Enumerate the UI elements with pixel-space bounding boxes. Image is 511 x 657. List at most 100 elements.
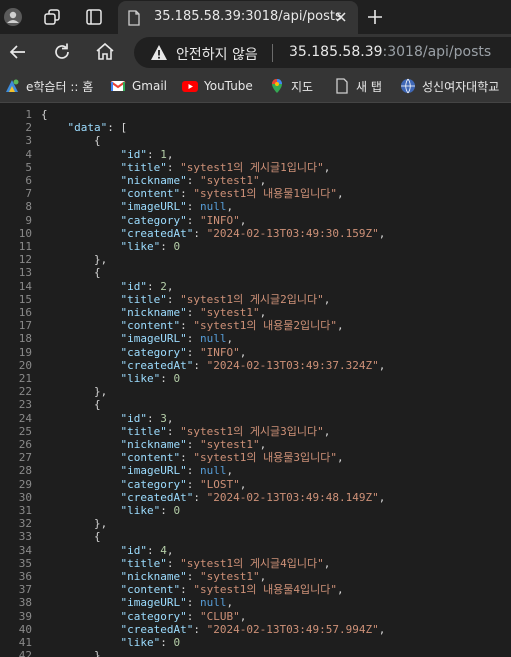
code-text: { bbox=[41, 266, 101, 279]
json-key: "nickname" bbox=[120, 438, 187, 451]
gmail-icon bbox=[110, 81, 126, 91]
json-punctuation: : bbox=[160, 636, 174, 649]
json-value: 1 bbox=[160, 147, 167, 161]
json-value: "2024-02-13T03:49:37.324Z" bbox=[206, 358, 379, 372]
json-punctuation: , bbox=[166, 543, 174, 557]
bookmark-maps[interactable]: 지도 bbox=[269, 77, 313, 95]
bookmark-gmail[interactable]: Gmail bbox=[110, 77, 167, 95]
security-label[interactable]: 안전하지 않음 bbox=[176, 44, 258, 64]
json-value: "2024-02-13T03:49:48.149Z" bbox=[206, 490, 379, 504]
address-bar[interactable]: 안전하지 않음 35.185.58.39:3018/api/posts bbox=[134, 37, 511, 68]
json-punctuation bbox=[41, 557, 120, 570]
bookmark-label: YouTube bbox=[204, 79, 253, 93]
code-text: }, bbox=[41, 385, 107, 398]
json-punctuation bbox=[41, 372, 120, 385]
code-text: "nickname": "sytest1", bbox=[41, 438, 266, 451]
code-text: "like": 0 bbox=[41, 504, 180, 517]
code-text: "imageURL": null, bbox=[41, 332, 233, 345]
url-text[interactable]: 35.185.58.39:3018/api/posts bbox=[289, 44, 491, 60]
line-number: 15 bbox=[18, 292, 32, 306]
json-punctuation: , bbox=[259, 174, 267, 187]
line-number: 3 bbox=[25, 134, 32, 148]
code-text: "id": 3, bbox=[41, 412, 173, 425]
json-key: "imageURL" bbox=[120, 200, 187, 214]
json-punctuation bbox=[41, 583, 120, 596]
json-key: "nickname" bbox=[120, 174, 187, 187]
json-punctuation: , bbox=[323, 424, 331, 438]
json-value: "sytest1" bbox=[199, 174, 260, 187]
line-number: 25 bbox=[18, 424, 32, 438]
json-value: 4 bbox=[160, 543, 167, 557]
code-text: "title": "sytest1의 게시글4입니다", bbox=[41, 557, 330, 570]
json-punctuation: , bbox=[226, 464, 234, 478]
reload-icon[interactable] bbox=[51, 41, 73, 63]
line-number: 29 bbox=[18, 477, 32, 491]
json-punctuation: : bbox=[193, 490, 207, 504]
line-number: 23 bbox=[18, 398, 32, 412]
line-number: 10 bbox=[18, 226, 32, 240]
json-value: "sytest1의 게시글3입니다" bbox=[180, 424, 324, 438]
line-number: 30 bbox=[18, 490, 32, 504]
bookmark-university[interactable]: 성신여자대학교 bbox=[400, 77, 499, 95]
line-number: 20 bbox=[18, 358, 32, 372]
json-value: 0 bbox=[173, 372, 181, 385]
line-number: 31 bbox=[18, 504, 32, 517]
json-punctuation bbox=[41, 610, 120, 623]
new-tab-icon[interactable] bbox=[364, 6, 386, 28]
line-number: 2 bbox=[25, 121, 32, 135]
json-key: "createdAt" bbox=[120, 226, 194, 240]
json-key: "title" bbox=[120, 160, 167, 174]
line-number: 38 bbox=[18, 596, 32, 610]
code-text: "like": 0 bbox=[41, 240, 180, 253]
code-text: "like": 0 bbox=[41, 636, 180, 649]
json-value: "sytest1" bbox=[199, 570, 260, 583]
bookmark-youtube[interactable]: YouTube bbox=[182, 77, 253, 95]
json-punctuation bbox=[41, 596, 120, 609]
maps-icon bbox=[272, 79, 282, 93]
active-tab[interactable]: 35.185.58.39:3018/api/posts bbox=[118, 1, 358, 34]
line-number: 17 bbox=[18, 319, 32, 333]
json-key: "content" bbox=[120, 187, 181, 201]
json-punctuation: : bbox=[166, 292, 181, 306]
json-key: "nickname" bbox=[120, 570, 187, 583]
json-value: "sytest1의 내용물3입니다" bbox=[193, 451, 338, 465]
json-key: "like" bbox=[120, 636, 161, 649]
json-key: "id" bbox=[120, 411, 147, 425]
json-punctuation bbox=[41, 227, 120, 240]
code-text: { bbox=[41, 134, 101, 147]
json-value: "sytest1" bbox=[199, 438, 260, 451]
bookmark-new-tab[interactable]: 새 탭 bbox=[334, 77, 382, 95]
json-punctuation: { bbox=[41, 108, 48, 121]
university-icon bbox=[401, 78, 415, 94]
json-punctuation bbox=[41, 544, 120, 557]
line-number: 11 bbox=[18, 240, 32, 253]
workspaces-icon[interactable] bbox=[41, 6, 63, 28]
json-punctuation: , bbox=[259, 570, 267, 583]
code-text: "createdAt": "2024-02-13T03:49:57.994Z", bbox=[41, 623, 385, 636]
close-tab-icon[interactable] bbox=[333, 9, 349, 25]
json-punctuation bbox=[41, 359, 120, 372]
home-icon[interactable] bbox=[94, 41, 116, 63]
code-text: "imageURL": null, bbox=[41, 200, 233, 213]
back-icon[interactable] bbox=[7, 41, 29, 63]
json-punctuation bbox=[41, 214, 120, 227]
json-punctuation: : bbox=[186, 174, 200, 187]
json-punctuation: }, bbox=[41, 385, 108, 399]
warning-icon[interactable] bbox=[150, 44, 168, 61]
json-punctuation: : bbox=[180, 319, 194, 333]
json-punctuation: , bbox=[323, 160, 331, 174]
json-key: "like" bbox=[120, 240, 161, 253]
json-punctuation: : bbox=[180, 583, 194, 597]
bookmark-label: e학습터 :: 홈 bbox=[26, 79, 94, 94]
profile-avatar-icon[interactable] bbox=[2, 6, 24, 28]
line-number: 12 bbox=[18, 253, 32, 267]
json-key: "category" bbox=[120, 213, 187, 227]
bookmark-elearning[interactable]: e학습터 :: 홈 bbox=[4, 77, 93, 95]
vertical-tabs-icon[interactable] bbox=[83, 6, 105, 28]
code-text: "id": 2, bbox=[41, 280, 173, 293]
json-punctuation bbox=[41, 332, 120, 345]
line-number: 27 bbox=[18, 451, 32, 465]
json-key: "like" bbox=[120, 504, 161, 517]
url-path: :3018/api/posts bbox=[382, 44, 492, 60]
json-punctuation: , bbox=[239, 213, 247, 227]
